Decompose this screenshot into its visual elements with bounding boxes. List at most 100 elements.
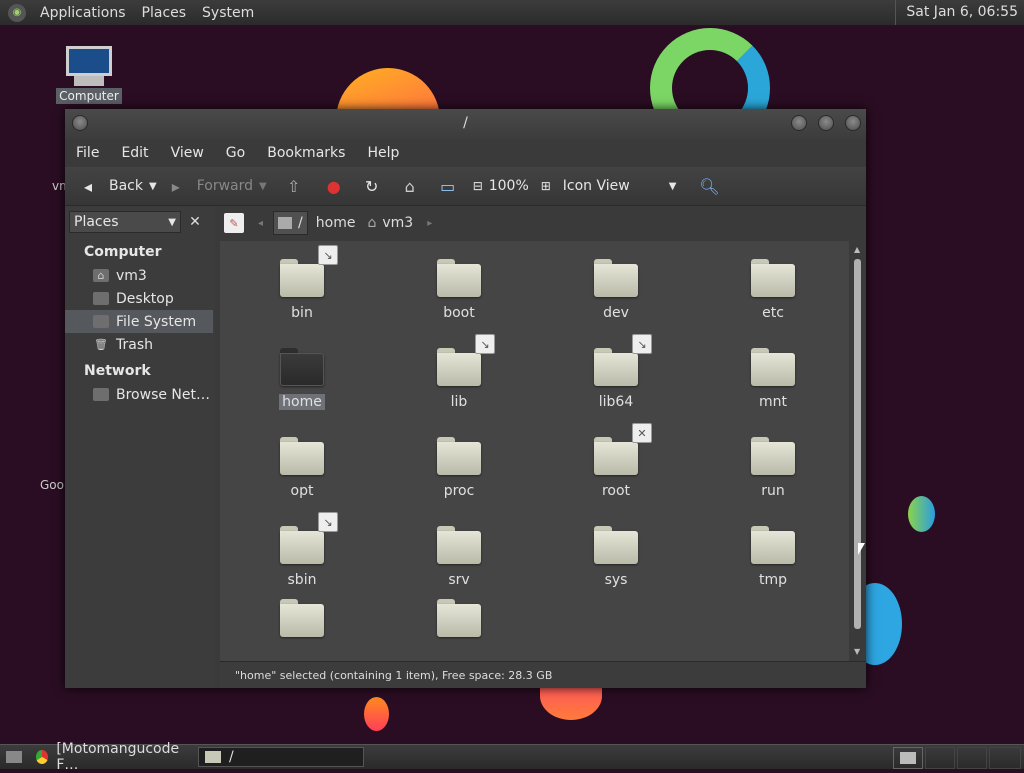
path-segment-vm3[interactable]: ⌂ vm3 [363,212,417,234]
symlink-emblem-icon: ↘ [632,334,652,354]
folder-item[interactable]: home [242,348,362,410]
show-desktop-button[interactable] [0,747,30,767]
menu-go[interactable]: Go [215,145,256,161]
folder-icon [205,751,221,763]
symlink-emblem-icon: ↘ [475,334,495,354]
icon-view[interactable]: ↘ bin boot dev etc home ↘ lib ↘ lib64 mnt opt proc ✕ r… [220,241,849,662]
location-pathbar: ✎ ◂ / home ⌂ vm3 ▸ [220,207,866,239]
menubar: File Edit View Go Bookmarks Help [65,139,866,167]
up-button[interactable]: ⇧ [283,177,305,196]
folder-item[interactable]: srv [399,526,519,588]
scrollbar-thumb[interactable] [854,259,861,629]
sidebar-item-trash[interactable]: 🗑︎ Trash [65,333,215,356]
path-segment-home[interactable]: home [312,212,360,234]
scroll-down-icon[interactable]: ▼ [854,647,860,656]
folder-item[interactable]: ↘ lib [399,334,519,410]
back-arrow-icon: ◂ [83,176,93,196]
sidebar-item-browse-network[interactable]: Browse Net… [65,383,215,406]
path-scroll-left-icon[interactable]: ◂ [258,218,263,229]
folder-item[interactable] [399,599,519,637]
sidebar-section-computer: Computer [84,244,162,260]
stop-button[interactable]: ● [323,177,345,196]
clock[interactable]: Sat Jan 6, 06:55 [895,0,1024,25]
sidebar-mode-select[interactable]: Places ▼ [69,211,181,233]
reload-button[interactable]: ↻ [361,177,383,196]
view-mode-dropdown-icon[interactable]: ▼ [669,181,677,192]
close-sidebar-button[interactable]: ✕ [185,211,205,233]
minimize-button[interactable] [791,115,807,131]
sidebar-item-file-system[interactable]: File System [65,310,213,333]
home-folder-icon: ⌂ [93,269,109,282]
vertical-scrollbar[interactable]: ▲ ▼ [849,241,866,662]
workspace-switcher[interactable] [893,747,923,769]
folder-item[interactable]: ↘ sbin [242,512,362,588]
menu-help[interactable]: Help [356,145,410,161]
menu-places[interactable]: Places [134,5,195,21]
chrome-icon [36,750,49,764]
workspace-2[interactable] [925,747,955,769]
forward-history-dropdown[interactable]: ▼ [259,181,267,192]
folder-name: tmp [758,572,787,588]
path-scroll-right-icon[interactable]: ▸ [427,218,432,229]
search-button[interactable]: 🔍︎ [698,177,720,196]
status-bar: "home" selected (containing 1 item), Fre… [220,661,866,688]
folder-item[interactable]: mnt [713,348,833,410]
folder-name: lib64 [598,394,634,410]
drive-icon [93,315,109,328]
menu-view[interactable]: View [160,145,215,161]
folder-item[interactable]: etc [713,259,833,321]
desktop-icon-label-partial[interactable]: Goo [40,478,64,492]
zoom-in-button[interactable]: ⊞ [535,179,557,193]
window-title: / [463,115,468,131]
folder-item[interactable]: opt [242,437,362,499]
up-arrow-icon: ⇧ [287,176,301,196]
folder-item[interactable]: ↘ bin [242,245,362,321]
workspace-4[interactable] [989,747,1021,769]
folder-item[interactable] [242,599,362,637]
folder-item[interactable]: tmp [713,526,833,588]
forward-arrow-icon: ▸ [171,176,180,196]
back-history-dropdown[interactable]: ▼ [149,181,157,192]
wallpaper-shape [908,496,935,532]
workspace-3[interactable] [957,747,987,769]
distro-logo-icon[interactable]: ◉ [8,3,26,22]
folder-item[interactable]: dev [556,259,676,321]
folder-item[interactable]: ↘ lib64 [556,334,676,410]
toggle-location-entry-button[interactable]: ✎ [224,213,244,233]
computer-button[interactable]: ▭ [437,177,459,196]
desktop-icon [6,751,22,763]
folder-item[interactable]: sys [556,526,676,588]
sidebar-item-desktop[interactable]: Desktop [65,287,215,310]
maximize-button[interactable] [818,115,834,131]
menu-system[interactable]: System [194,5,262,21]
taskbar-item-browser[interactable]: [Motomangucode F… [30,741,194,773]
home-button[interactable]: ⌂ [399,177,421,196]
forward-button[interactable]: ▸ Forward [165,177,253,196]
no-access-emblem-icon: ✕ [632,423,652,443]
close-button[interactable] [845,115,861,131]
menu-bookmarks[interactable]: Bookmarks [256,145,356,161]
taskbar-item-file-manager[interactable]: / [198,747,364,767]
desktop-icon-label: Computer [56,88,122,104]
folder-item[interactable]: boot [399,259,519,321]
computer-icon: ▭ [440,176,456,196]
zoom-level: 100% [488,178,529,194]
zoom-out-button[interactable]: ⊟ [467,179,489,193]
drive-icon [278,217,293,229]
folder-item[interactable]: run [713,437,833,499]
view-mode-select[interactable]: Icon View [563,178,663,194]
menu-edit[interactable]: Edit [110,145,159,161]
titlebar[interactable]: / [65,109,866,139]
back-button[interactable]: ◂ Back [77,177,143,196]
folder-item[interactable]: ✕ root [556,423,676,499]
zoom-out-icon: ⊟ [472,179,483,193]
menu-applications[interactable]: Applications [32,5,134,21]
folder-name: opt [290,483,314,499]
sidebar-item-vm3[interactable]: ⌂ vm3 [65,264,215,287]
path-segment-root[interactable]: / [273,211,308,235]
desktop-computer-icon[interactable]: Computer [56,46,122,104]
scroll-up-icon[interactable]: ▲ [854,245,860,254]
folder-icon [751,348,795,386]
menu-file[interactable]: File [65,145,110,161]
folder-item[interactable]: proc [399,437,519,499]
